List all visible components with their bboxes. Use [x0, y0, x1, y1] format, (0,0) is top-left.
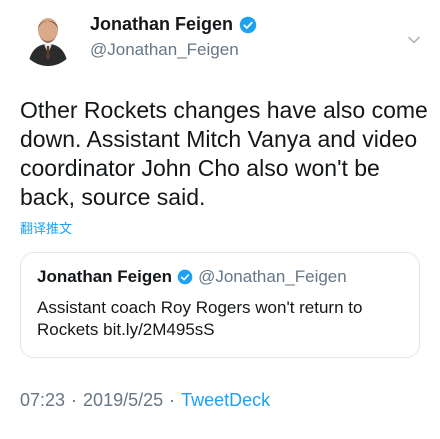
quoted-author-handle: @Jonathan_Feigen [198, 267, 347, 286]
author-name-row: Jonathan Feigen [90, 14, 257, 35]
author-handle[interactable]: @Jonathan_Feigen [90, 40, 239, 60]
person-avatar-icon [28, 18, 68, 66]
tweet-date[interactable]: 2019/5/25 [83, 390, 163, 410]
tweet-text: Other Rockets changes have also come dow… [20, 97, 428, 210]
verified-badge-icon [177, 269, 193, 285]
quoted-tweet-text: Assistant coach Roy Rogers won't return … [37, 298, 363, 339]
avatar[interactable] [20, 10, 76, 66]
tweet-header: Jonathan Feigen @Jonathan_Feigen [20, 10, 426, 70]
meta-separator: · [169, 390, 176, 410]
tweet-source-link[interactable]: TweetDeck [181, 390, 270, 410]
verified-badge-icon [239, 16, 257, 33]
translate-tweet-link[interactable]: 翻译推文 [20, 218, 72, 237]
quoted-tweet-header: Jonathan Feigen @Jonathan_Feigen [37, 267, 347, 287]
author-name[interactable]: Jonathan Feigen [90, 14, 233, 35]
chevron-down-icon[interactable] [406, 32, 422, 48]
tweet-time[interactable]: 07:23 [20, 390, 65, 410]
quoted-author-name: Jonathan Feigen [37, 267, 173, 286]
meta-separator: · [71, 390, 78, 410]
quoted-tweet[interactable]: Jonathan Feigen @Jonathan_Feigen Assista… [20, 252, 420, 358]
tweet-meta: 07:23 · 2019/5/25 · TweetDeck [20, 390, 270, 411]
